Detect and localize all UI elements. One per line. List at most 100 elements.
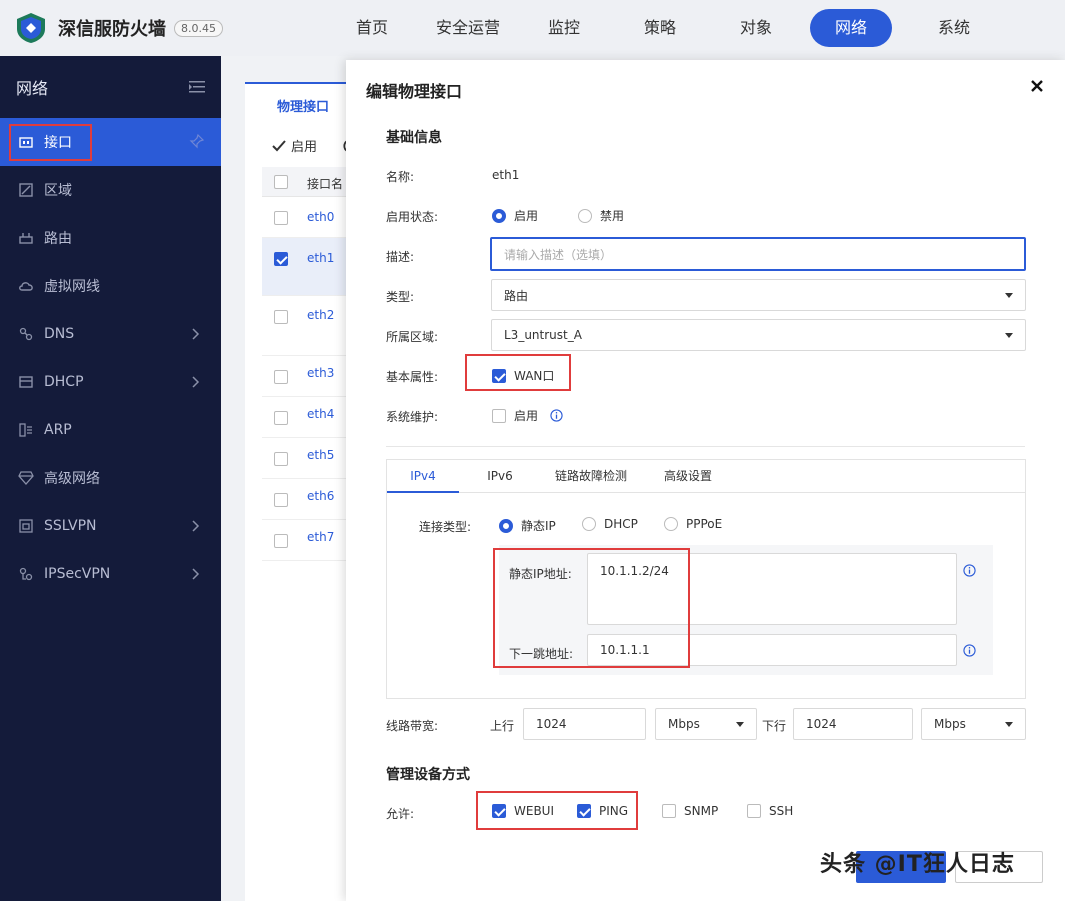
row-interface-name[interactable]: eth1	[307, 251, 334, 265]
allow-snmp-checkbox[interactable]: SNMP	[662, 804, 718, 818]
tab-ipv6[interactable]: IPv6	[467, 460, 533, 493]
sidebar-title: 网络	[16, 79, 49, 98]
zone-icon	[18, 182, 34, 198]
zone-label: 所属区域:	[386, 330, 439, 344]
row-interface-name[interactable]: eth2	[307, 308, 334, 322]
row-checkbox[interactable]	[274, 534, 288, 548]
row-interface-name[interactable]: eth6	[307, 489, 334, 503]
download-input[interactable]: 1024	[793, 708, 913, 740]
nav-object[interactable]: 对象	[704, 9, 808, 47]
tab-ipv4[interactable]: IPv4	[387, 460, 459, 493]
checkbox-unchecked[interactable]	[747, 804, 761, 818]
row-checkbox[interactable]	[274, 252, 288, 266]
maintenance-checkbox[interactable]: 启用	[492, 407, 563, 424]
table-row[interactable]: eth4	[262, 397, 355, 438]
interface-icon	[18, 134, 34, 150]
conn-static-radio[interactable]: 静态IP	[499, 517, 556, 534]
checkbox-checked[interactable]	[492, 368, 506, 383]
tab-physical-interface[interactable]: 物理接口	[245, 82, 355, 124]
nav-security-ops[interactable]: 安全运营	[416, 9, 520, 47]
sidebar-item-advanced-network[interactable]: 高级网络	[0, 454, 221, 502]
caret-down-icon	[736, 722, 744, 727]
table-row[interactable]: eth5	[262, 438, 355, 479]
upload-unit-select[interactable]: Mbps	[655, 708, 757, 740]
sidebar-item-label: 区域	[44, 183, 72, 199]
checkbox-checked[interactable]	[577, 804, 591, 818]
row-checkbox[interactable]	[274, 452, 288, 466]
table-row[interactable]: eth6	[262, 479, 355, 520]
download-unit-select[interactable]: Mbps	[921, 708, 1026, 740]
info-icon[interactable]	[963, 564, 976, 577]
sidebar-item-virtual-wire[interactable]: 虚拟网线	[0, 262, 221, 310]
tab-link-detection[interactable]: 链路故障检测	[543, 460, 639, 493]
conn-pppoe-radio[interactable]: PPPoE	[664, 517, 722, 531]
table-row[interactable]: eth3	[262, 356, 355, 397]
nav-system[interactable]: 系统	[902, 9, 1006, 47]
zone-select[interactable]: L3_untrust_A	[491, 319, 1026, 351]
pin-icon[interactable]	[189, 133, 205, 149]
allow-ping-checkbox[interactable]: PING	[577, 804, 628, 818]
close-icon[interactable]	[1029, 78, 1045, 94]
collapse-menu-icon[interactable]	[189, 80, 205, 94]
upload-input[interactable]: 1024	[523, 708, 646, 740]
row-interface-name[interactable]: eth5	[307, 448, 334, 462]
nav-home[interactable]: 首页	[320, 9, 424, 47]
status-enable-radio[interactable]: 启用	[492, 207, 538, 224]
nav-policy[interactable]: 策略	[608, 9, 712, 47]
row-checkbox[interactable]	[274, 310, 288, 324]
checkbox-label: SNMP	[684, 804, 719, 818]
description-input[interactable]: 请输入描述（选填）	[490, 237, 1026, 271]
checkbox-unchecked[interactable]	[492, 408, 506, 423]
gateway-label: 下一跳地址:	[509, 647, 574, 661]
radio-unselected[interactable]	[664, 517, 678, 531]
row-interface-name[interactable]: eth3	[307, 366, 334, 380]
radio-selected[interactable]	[499, 518, 513, 533]
sidebar-item-interface[interactable]: 接口	[0, 118, 221, 166]
sidebar-item-zone[interactable]: 区域	[0, 166, 221, 214]
divider	[386, 446, 1025, 447]
allow-webui-checkbox[interactable]: WEBUI	[492, 804, 554, 818]
row-interface-name[interactable]: eth0	[307, 210, 334, 224]
allow-ssh-checkbox[interactable]: SSH	[747, 804, 793, 818]
row-checkbox[interactable]	[274, 370, 288, 384]
gateway-input[interactable]: 10.1.1.1	[587, 634, 957, 666]
info-icon[interactable]	[550, 409, 563, 422]
checkbox-checked[interactable]	[492, 804, 506, 818]
sidebar-item-dhcp[interactable]: DHCP	[0, 358, 221, 406]
conn-dhcp-radio[interactable]: DHCP	[582, 517, 638, 531]
type-select[interactable]: 路由	[491, 279, 1026, 311]
row-interface-name[interactable]: eth7	[307, 530, 334, 544]
table-row[interactable]: eth0	[262, 197, 355, 238]
nav-network[interactable]: 网络	[810, 9, 892, 47]
row-interface-name[interactable]: eth4	[307, 407, 334, 421]
checkbox-unchecked[interactable]	[662, 804, 676, 818]
logo: 深信服防火墙 8.0.45	[14, 11, 334, 45]
wan-checkbox[interactable]: WAN口	[492, 367, 554, 384]
status-disable-radio[interactable]: 禁用	[578, 207, 624, 224]
row-checkbox[interactable]	[274, 411, 288, 425]
arp-icon	[18, 422, 34, 438]
tab-advanced[interactable]: 高级设置	[653, 460, 723, 493]
radio-unselected[interactable]	[578, 208, 592, 223]
table-row[interactable]: eth7	[262, 520, 355, 561]
ipsecvpn-icon	[18, 566, 34, 582]
radio-selected[interactable]	[492, 208, 506, 223]
static-ip-textarea[interactable]: 10.1.1.2/24	[587, 553, 957, 625]
enable-button[interactable]: 启用	[272, 136, 349, 155]
status-label: 启用状态:	[386, 210, 439, 224]
name-label: 名称:	[386, 170, 415, 184]
row-checkbox[interactable]	[274, 493, 288, 507]
select-all-checkbox[interactable]	[274, 175, 288, 189]
table-row[interactable]: eth1	[262, 238, 355, 296]
info-icon[interactable]	[963, 644, 976, 657]
sidebar-item-arp[interactable]: ARP	[0, 406, 221, 454]
section-basic-info: 基础信息	[386, 130, 442, 146]
sidebar-item-route[interactable]: 路由	[0, 214, 221, 262]
table-row[interactable]: eth2	[262, 296, 355, 356]
sidebar-item-ipsecvpn[interactable]: IPSecVPN	[0, 550, 221, 598]
sidebar-item-sslvpn[interactable]: SSLVPN	[0, 502, 221, 550]
row-checkbox[interactable]	[274, 211, 288, 225]
sidebar-item-dns[interactable]: DNS	[0, 310, 221, 358]
radio-unselected[interactable]	[582, 517, 596, 531]
nav-monitor[interactable]: 监控	[512, 9, 616, 47]
